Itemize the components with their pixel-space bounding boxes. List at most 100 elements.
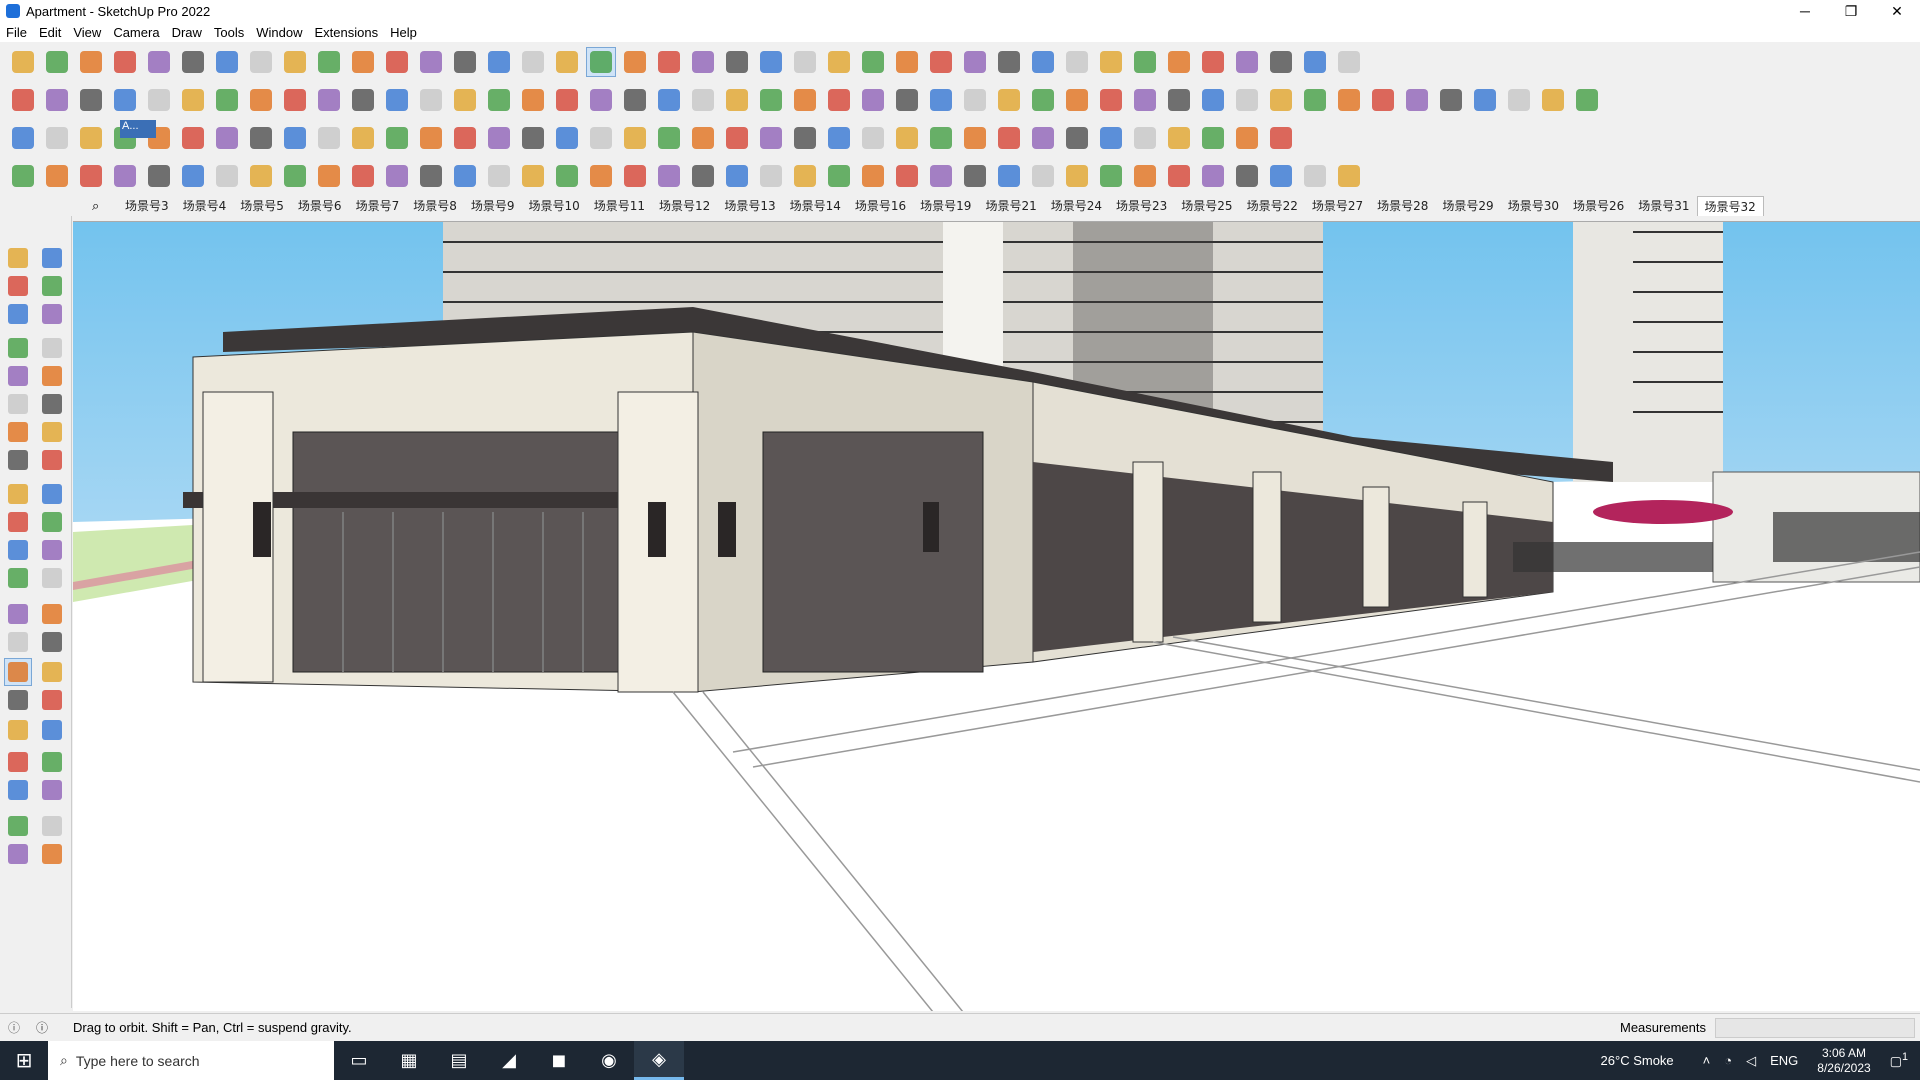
menu-draw[interactable]: Draw xyxy=(172,25,202,40)
toolbar-tool-button[interactable] xyxy=(586,47,616,77)
toolbar-tool-button[interactable] xyxy=(926,47,956,77)
notification-icon[interactable]: ▢1 xyxy=(1890,1051,1908,1069)
left-tool-button[interactable] xyxy=(4,536,32,564)
left-tool-button[interactable] xyxy=(38,686,66,714)
left-tool-button[interactable] xyxy=(38,362,66,390)
toolbar-tool-button[interactable] xyxy=(858,85,888,115)
toolbar-tool-button[interactable] xyxy=(178,161,208,191)
task-view-icon[interactable]: ▭ xyxy=(334,1041,384,1080)
toolbar-tool-button[interactable] xyxy=(688,123,718,153)
weather-widget[interactable]: 26°C Smoke xyxy=(1601,1053,1674,1068)
toolbar-tool-button[interactable] xyxy=(382,85,412,115)
toolbar-tool-button[interactable] xyxy=(280,161,310,191)
toolbar-tool-button[interactable] xyxy=(178,123,208,153)
toolbar-tool-button[interactable] xyxy=(518,161,548,191)
toolbar-tool-button[interactable] xyxy=(144,161,174,191)
toolbar-tool-button[interactable] xyxy=(110,47,140,77)
scene-tab[interactable]: 场景号5 xyxy=(233,196,291,216)
toolbar-tool-button[interactable] xyxy=(756,123,786,153)
scene-tab[interactable]: 场景号25 xyxy=(1174,196,1239,216)
toolbar-tool-button[interactable] xyxy=(382,47,412,77)
toolbar-tool-button[interactable] xyxy=(858,123,888,153)
scene-tab[interactable]: 场景号32 xyxy=(1696,196,1764,216)
toolbar-tool-button[interactable] xyxy=(280,85,310,115)
toolbar-tool-button[interactable] xyxy=(1232,47,1262,77)
left-tool-button[interactable] xyxy=(38,508,66,536)
toolbar-tool-button[interactable] xyxy=(688,47,718,77)
toolbar-tool-button[interactable] xyxy=(1028,47,1058,77)
toolbar-tool-button[interactable] xyxy=(1368,85,1398,115)
toolbar-tool-button[interactable] xyxy=(926,161,956,191)
toolbar-tool-button[interactable] xyxy=(1130,123,1160,153)
toolbar-tool-button[interactable] xyxy=(484,47,514,77)
3d-viewport[interactable] xyxy=(73,221,1920,1011)
toolbar-tool-button[interactable] xyxy=(620,123,650,153)
toolbar-tool-button[interactable] xyxy=(246,123,276,153)
menu-help[interactable]: Help xyxy=(390,25,417,40)
toolbar-tool-button[interactable] xyxy=(1062,85,1092,115)
toolbar-tool-button[interactable] xyxy=(960,161,990,191)
left-tool-button[interactable] xyxy=(38,536,66,564)
toolbar-tool-button[interactable] xyxy=(1232,85,1262,115)
measurements-input[interactable] xyxy=(1715,1018,1915,1038)
left-tool-button[interactable] xyxy=(4,480,32,508)
toolbar-tool-button[interactable] xyxy=(960,47,990,77)
scene-tab[interactable]: 场景号23 xyxy=(1109,196,1174,216)
left-tool-button[interactable] xyxy=(38,446,66,474)
toolbar-tool-button[interactable] xyxy=(892,123,922,153)
toolbar-tool-button[interactable] xyxy=(212,85,242,115)
toolbar-tool-button[interactable] xyxy=(892,47,922,77)
scene-tab[interactable]: 场景号29 xyxy=(1435,196,1500,216)
left-tool-button[interactable] xyxy=(4,390,32,418)
toolbar-tool-button[interactable] xyxy=(722,161,752,191)
toolbar-tool-button[interactable] xyxy=(960,123,990,153)
toolbar-tool-button[interactable] xyxy=(144,47,174,77)
toolbar-tool-button[interactable] xyxy=(1334,85,1364,115)
toolbar-tool-button[interactable] xyxy=(518,85,548,115)
toolbar-tool-button[interactable] xyxy=(892,85,922,115)
left-tool-button[interactable] xyxy=(38,748,66,776)
file-explorer-icon[interactable]: ▤ xyxy=(434,1041,484,1080)
left-tool-button[interactable] xyxy=(38,564,66,592)
toolbar-tool-button[interactable] xyxy=(1266,123,1296,153)
menu-camera[interactable]: Camera xyxy=(113,25,159,40)
toolbar-tool-button[interactable] xyxy=(586,123,616,153)
scene-tab[interactable]: 场景号3 xyxy=(118,196,176,216)
scene-tab[interactable]: 场景号24 xyxy=(1044,196,1109,216)
toolbar-tool-button[interactable] xyxy=(620,85,650,115)
toolbar-tool-button[interactable] xyxy=(42,123,72,153)
wifi-icon[interactable]: ◔ xyxy=(1724,1053,1732,1068)
toolbar-tool-button[interactable] xyxy=(654,123,684,153)
left-tool-button[interactable] xyxy=(4,508,32,536)
toolbar-tool-button[interactable] xyxy=(790,161,820,191)
toolbar-tool-button[interactable] xyxy=(552,47,582,77)
left-tool-button[interactable] xyxy=(4,716,32,744)
toolbar-tool-button[interactable] xyxy=(416,123,446,153)
left-tool-button[interactable] xyxy=(38,840,66,868)
toolbar-tool-button[interactable] xyxy=(858,161,888,191)
left-tool-button[interactable] xyxy=(38,480,66,508)
start-button[interactable]: ⊞ xyxy=(0,1041,48,1080)
toolbar-tool-button[interactable] xyxy=(654,161,684,191)
toolbar-tool-button[interactable] xyxy=(994,161,1024,191)
toolbar-tool-button[interactable] xyxy=(1164,123,1194,153)
toolbar-tool-button[interactable] xyxy=(8,123,38,153)
language-indicator[interactable]: ENG xyxy=(1770,1053,1798,1068)
toolbar-tool-button[interactable] xyxy=(246,47,276,77)
left-tool-button[interactable] xyxy=(4,600,32,628)
toolbar-tool-button[interactable] xyxy=(450,123,480,153)
toolbar-tool-button[interactable] xyxy=(76,123,106,153)
toolbar-tool-button[interactable] xyxy=(756,85,786,115)
scene-tab[interactable]: 场景号22 xyxy=(1240,196,1305,216)
toolbar-tool-button[interactable] xyxy=(1436,85,1466,115)
status-info-icon[interactable]: ⓘ xyxy=(8,1019,20,1036)
toolbar-tool-button[interactable] xyxy=(518,123,548,153)
3dsmax-icon[interactable]: ◼ xyxy=(534,1041,584,1080)
toolbar-tool-button[interactable] xyxy=(1198,85,1228,115)
toolbar-tool-button[interactable] xyxy=(824,123,854,153)
toolbar-tool-button[interactable] xyxy=(586,161,616,191)
toolbar-tool-button[interactable] xyxy=(1028,85,1058,115)
left-tool-button[interactable] xyxy=(4,658,32,686)
toolbar-tool-button[interactable] xyxy=(722,47,752,77)
left-tool-button[interactable] xyxy=(38,716,66,744)
